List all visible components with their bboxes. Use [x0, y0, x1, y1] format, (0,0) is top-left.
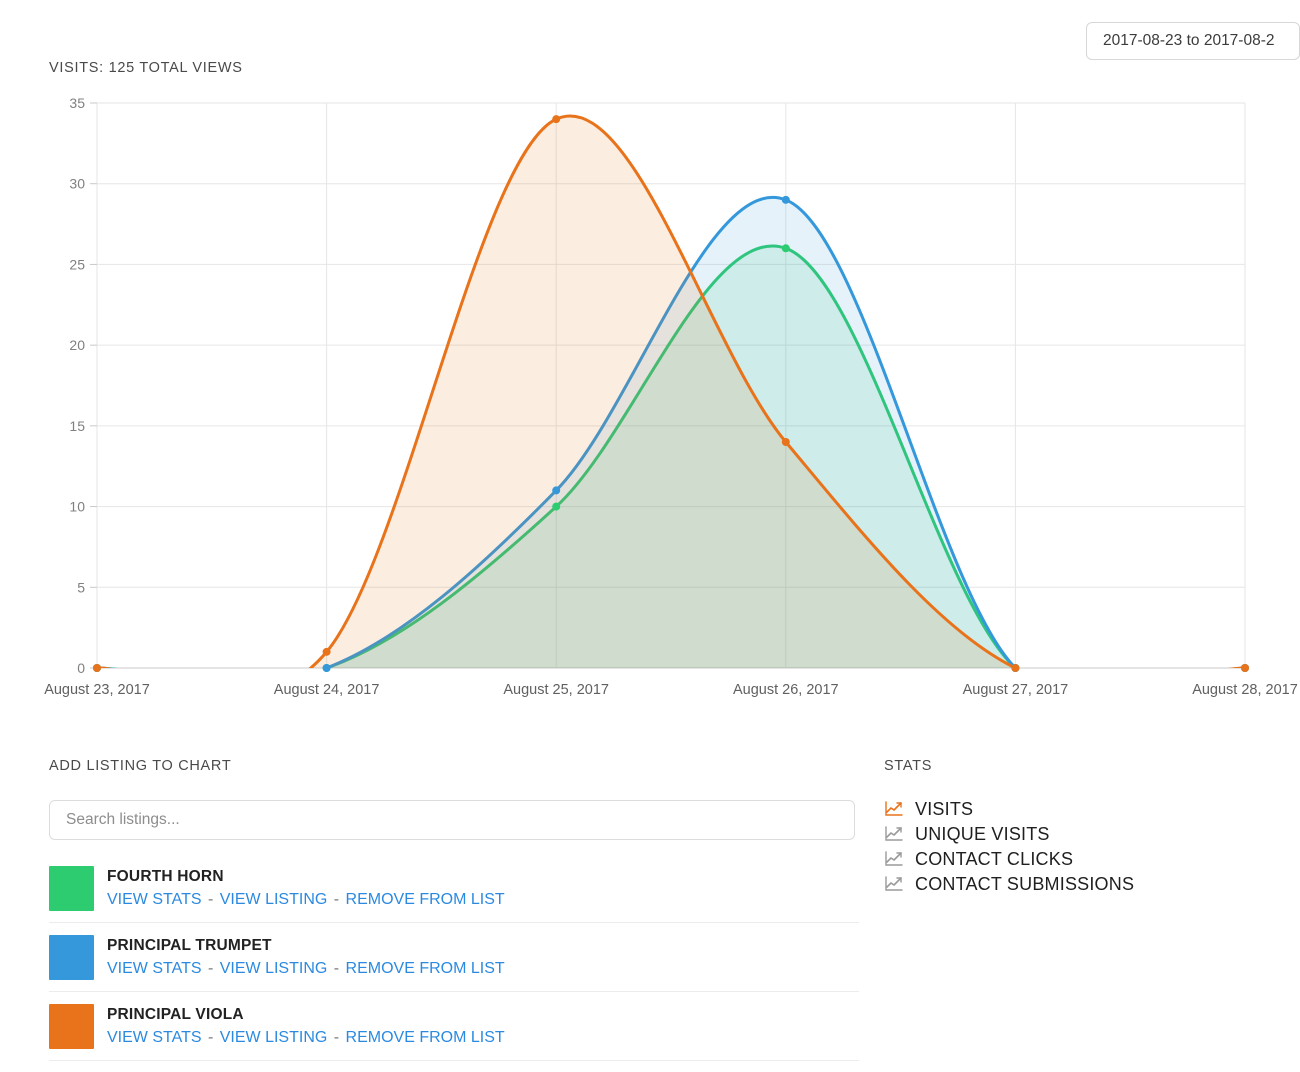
remove-from-list-link[interactable]: REMOVE FROM LIST — [346, 891, 505, 908]
link-separator: - — [329, 960, 344, 977]
link-separator: - — [203, 891, 218, 908]
listing-text: FOURTH HORN VIEW STATS - VIEW LISTING - R… — [107, 866, 505, 911]
link-separator: - — [203, 960, 218, 977]
chart-point[interactable] — [1011, 664, 1020, 672]
line-chart-icon — [885, 825, 903, 841]
chart-point[interactable] — [322, 664, 331, 672]
svg-text:30: 30 — [69, 176, 85, 192]
link-separator: - — [329, 1029, 344, 1046]
svg-text:August 24, 2017: August 24, 2017 — [274, 682, 380, 698]
svg-text:15: 15 — [69, 418, 85, 434]
stat-row-visits[interactable]: VISITS — [884, 796, 1284, 821]
remove-from-list-link[interactable]: REMOVE FROM LIST — [346, 1029, 505, 1046]
chart-point[interactable] — [552, 486, 561, 495]
listing-color-swatch — [49, 866, 94, 911]
visits-chart: 0 5 10 15 20 25 30 35 August 23, 2017 August 24,… — [0, 95, 1300, 705]
listing-text: PRINCIPAL VIOLA VIEW STATS - VIEW LISTING… — [107, 1004, 505, 1049]
svg-text:25: 25 — [69, 256, 85, 272]
svg-text:35: 35 — [69, 95, 85, 111]
listing-links: VIEW STATS - VIEW LISTING - REMOVE FROM … — [107, 958, 505, 980]
listing-color-swatch — [49, 1004, 94, 1049]
line-chart-icon — [885, 850, 903, 866]
chart-y-axis-labels: 0 5 10 15 20 25 30 35 — [69, 95, 97, 676]
listing-color-swatch — [49, 935, 94, 980]
view-listing-link[interactable]: VIEW LISTING — [220, 891, 328, 908]
chart-canvas: 0 5 10 15 20 25 30 35 August 23, 2017 August 24,… — [44, 95, 1298, 698]
stats-heading: STATS — [884, 758, 933, 774]
chart-point[interactable] — [781, 195, 790, 204]
svg-text:August 27, 2017: August 27, 2017 — [963, 682, 1069, 698]
listing-name: PRINCIPAL TRUMPET — [107, 937, 272, 954]
listing-row: PRINCIPAL VIOLA VIEW STATS - VIEW LISTING… — [49, 992, 859, 1061]
stat-label: CONTACT SUBMISSIONS — [915, 873, 1135, 894]
svg-text:0: 0 — [77, 660, 85, 676]
chart-point[interactable] — [552, 115, 561, 124]
view-listing-link[interactable]: VIEW LISTING — [220, 1029, 328, 1046]
add-listing-heading: ADD LISTING TO CHART — [49, 758, 232, 774]
listing-name: PRINCIPAL VIOLA — [107, 1006, 244, 1023]
listing-row: PRINCIPAL TRUMPET VIEW STATS - VIEW LISTI… — [49, 923, 859, 992]
listing-text: PRINCIPAL TRUMPET VIEW STATS - VIEW LISTI… — [107, 935, 505, 980]
stat-row-contact-submissions[interactable]: CONTACT SUBMISSIONS — [884, 871, 1284, 896]
svg-text:August 28, 2017: August 28, 2017 — [1192, 682, 1298, 698]
listing-list: FOURTH HORN VIEW STATS - VIEW LISTING - R… — [49, 854, 859, 1061]
listing-links: VIEW STATS - VIEW LISTING - REMOVE FROM … — [107, 889, 505, 911]
link-separator: - — [203, 1029, 218, 1046]
chart-area-principal-viola — [97, 116, 1245, 668]
date-range-container: 2017-08-23 to 2017-08-2 — [1086, 22, 1300, 60]
chart-point[interactable] — [781, 244, 790, 253]
line-chart-icon — [885, 875, 903, 891]
svg-text:20: 20 — [69, 337, 85, 353]
stat-label: CONTACT CLICKS — [915, 848, 1074, 869]
chart-point[interactable] — [1241, 664, 1249, 672]
add-listing-panel: ADD LISTING TO CHART FOURTH HORN VIEW STA… — [49, 758, 859, 1061]
stats-list: VISITS UNIQUE VISITS CONTACT CLICKS CONTACT… — [884, 796, 1284, 896]
listing-name: FOURTH HORN — [107, 868, 224, 885]
line-chart-icon — [885, 800, 903, 816]
remove-from-list-link[interactable]: REMOVE FROM LIST — [346, 960, 505, 977]
svg-text:August 25, 2017: August 25, 2017 — [503, 682, 609, 698]
chart-title: VISITS: 125 TOTAL VIEWS — [49, 60, 243, 76]
view-stats-link[interactable]: VIEW STATS — [107, 1029, 202, 1046]
view-stats-link[interactable]: VIEW STATS — [107, 960, 202, 977]
listing-row: FOURTH HORN VIEW STATS - VIEW LISTING - R… — [49, 854, 859, 923]
stat-row-unique-visits[interactable]: UNIQUE VISITS — [884, 821, 1284, 846]
chart-x-axis-labels: August 23, 2017 August 24, 2017 August 25,… — [44, 682, 1298, 698]
chart-point[interactable] — [552, 502, 561, 511]
stat-label: UNIQUE VISITS — [915, 823, 1050, 844]
chart-point[interactable] — [322, 647, 331, 656]
link-separator: - — [329, 891, 344, 908]
chart-series-group — [97, 114, 1245, 668]
listing-links: VIEW STATS - VIEW LISTING - REMOVE FROM … — [107, 1027, 505, 1049]
stats-panel: STATS VISITS UNIQUE VISITS CONTACT CLICKS C… — [884, 758, 1284, 896]
view-listing-link[interactable]: VIEW LISTING — [220, 960, 328, 977]
svg-text:10: 10 — [69, 499, 85, 515]
stat-label: VISITS — [915, 798, 974, 819]
svg-text:5: 5 — [77, 579, 85, 595]
date-range-button[interactable]: 2017-08-23 to 2017-08-2 — [1086, 22, 1300, 60]
svg-text:August 23, 2017: August 23, 2017 — [44, 682, 150, 698]
stat-row-contact-clicks[interactable]: CONTACT CLICKS — [884, 846, 1284, 871]
view-stats-link[interactable]: VIEW STATS — [107, 891, 202, 908]
chart-point[interactable] — [781, 438, 790, 446]
search-input[interactable] — [49, 800, 855, 840]
chart-point[interactable] — [93, 664, 101, 672]
svg-text:August 26, 2017: August 26, 2017 — [733, 682, 839, 698]
